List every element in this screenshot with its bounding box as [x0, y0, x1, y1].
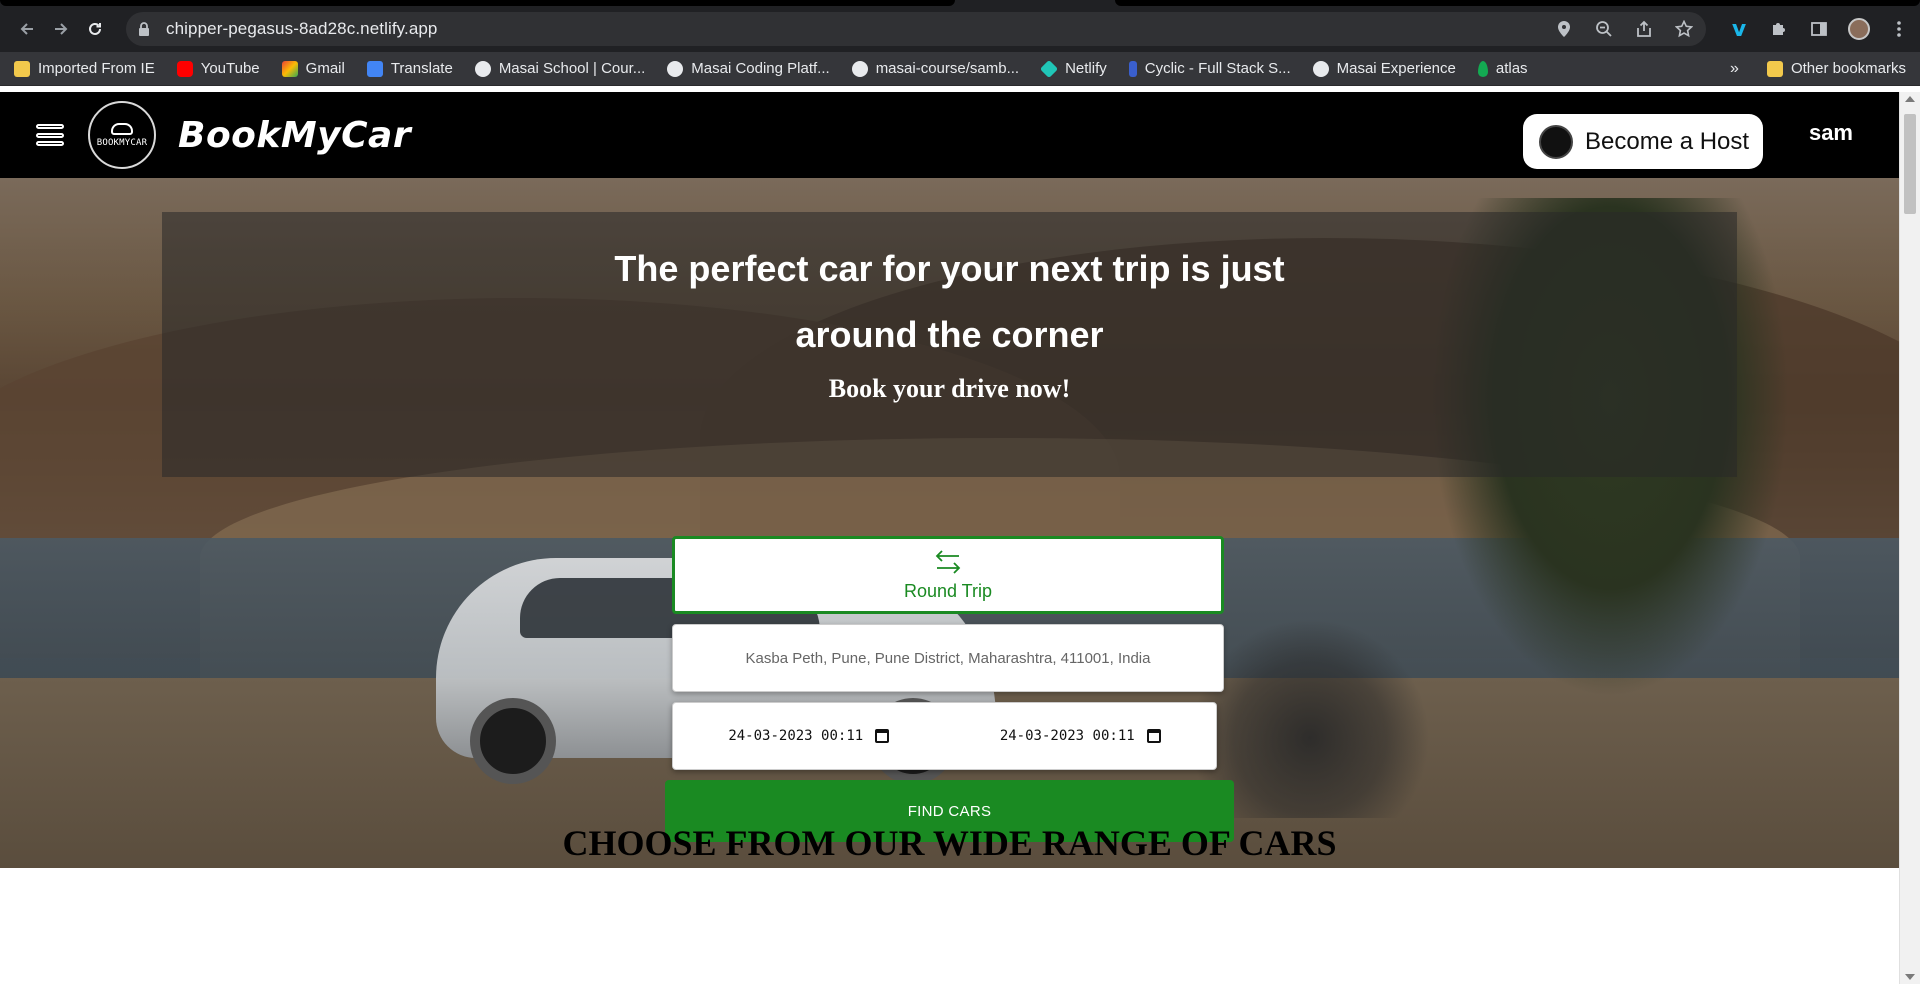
web-page: BOOKMYCAR BookMyCar Become a Host sam Th…: [0, 92, 1899, 984]
url-text[interactable]: chipper-pegasus-8ad28c.netlify.app: [166, 19, 437, 39]
user-name[interactable]: sam: [1809, 120, 1853, 146]
extensions-puzzle-icon[interactable]: [1768, 18, 1790, 40]
become-host-button[interactable]: Become a Host: [1523, 114, 1763, 169]
masai-icon: [1312, 60, 1329, 77]
scroll-thumb[interactable]: [1904, 114, 1916, 214]
hero-subtitle: Book your drive now!: [828, 374, 1071, 403]
lock-icon[interactable]: [138, 22, 152, 36]
bookmark-translate[interactable]: Translate: [366, 60, 453, 77]
scroll-up-icon[interactable]: [1905, 96, 1915, 102]
bookmark-masai-coding[interactable]: Masai Coding Platf...: [667, 60, 830, 77]
bookmark-cyclic[interactable]: Cyclic - Full Stack S...: [1128, 60, 1291, 77]
bookmark-atlas[interactable]: atlas: [1477, 60, 1528, 77]
share-icon[interactable]: [1634, 19, 1654, 39]
location-input[interactable]: Kasba Peth, Pune, Pune District, Maharas…: [672, 624, 1224, 692]
youtube-icon: [176, 60, 193, 77]
scroll-down-icon[interactable]: [1905, 974, 1915, 980]
car-wheel: [470, 698, 556, 784]
bookmark-imported-from-ie[interactable]: Imported From IE: [14, 60, 155, 77]
other-bookmarks[interactable]: Other bookmarks: [1766, 60, 1906, 77]
hero-text-overlay: The perfect car for your next trip is ju…: [162, 212, 1737, 477]
bookmark-masai-school[interactable]: Masai School | Cour...: [474, 60, 645, 77]
bookmark-youtube[interactable]: YouTube: [176, 60, 260, 77]
more-bookmarks-chevron[interactable]: »: [1730, 60, 1739, 78]
gmail-icon: [281, 60, 298, 77]
side-panel-icon[interactable]: [1808, 18, 1830, 40]
location-pin-icon[interactable]: [1554, 19, 1574, 39]
end-datetime-input[interactable]: 24-03-2023 00:11: [1000, 728, 1161, 744]
bookmark-star-icon[interactable]: [1674, 19, 1694, 39]
hamburger-menu-icon[interactable]: [36, 121, 64, 149]
calendar-icon[interactable]: [1146, 729, 1161, 743]
calendar-icon[interactable]: [875, 729, 890, 743]
cyclic-icon: [1128, 60, 1137, 77]
vimeo-extension-icon[interactable]: v: [1728, 17, 1750, 42]
page-scrollbar[interactable]: [1899, 92, 1920, 984]
car-icon: [111, 122, 133, 135]
zoom-out-icon[interactable]: [1594, 19, 1614, 39]
forward-icon[interactable]: [44, 12, 78, 46]
section-heading: CHOOSE FROM OUR WIDE RANGE OF CARS: [562, 823, 1337, 863]
host-logo-icon: [1539, 124, 1573, 159]
hero-section: The perfect car for your next trip is ju…: [0, 178, 1899, 868]
bookmarks-bar: Imported From IE YouTube Gmail Translate…: [0, 52, 1920, 86]
folder-icon: [14, 60, 30, 77]
translate-icon: [366, 60, 383, 77]
masai-icon: [667, 60, 684, 77]
round-trip-option[interactable]: Round Trip: [672, 536, 1224, 614]
hero-title: The perfect car for your next trip is ju…: [614, 248, 1285, 355]
reload-icon[interactable]: [78, 12, 112, 46]
github-icon: [851, 60, 868, 77]
site-header: BOOKMYCAR BookMyCar Become a Host sam: [0, 92, 1899, 178]
bookmark-masai-experience[interactable]: Masai Experience: [1312, 60, 1456, 77]
globe-icon: [474, 60, 491, 77]
bookmark-netlify[interactable]: Netlify: [1040, 59, 1107, 78]
bookmark-github[interactable]: masai-course/samb...: [851, 60, 1019, 77]
browser-menu-icon[interactable]: [1888, 18, 1910, 40]
back-icon[interactable]: [10, 12, 44, 46]
mongodb-leaf-icon: [1477, 60, 1488, 77]
bookmark-gmail[interactable]: Gmail: [281, 60, 345, 77]
swap-arrows-icon: [933, 549, 963, 575]
site-logo[interactable]: BOOKMYCAR: [88, 101, 156, 169]
start-datetime-input[interactable]: 24-03-2023 00:11: [728, 728, 890, 744]
brand-name[interactable]: BookMyCar: [178, 115, 411, 156]
browser-toolbar: chipper-pegasus-8ad28c.netlify.app v: [0, 0, 1920, 58]
address-bar[interactable]: chipper-pegasus-8ad28c.netlify.app: [126, 12, 1706, 46]
profile-avatar[interactable]: [1848, 18, 1870, 40]
folder-icon: [1766, 60, 1783, 77]
date-range-inputs: 24-03-2023 00:11 24-03-2023 00:11: [672, 702, 1217, 770]
netlify-icon: [1040, 59, 1059, 78]
